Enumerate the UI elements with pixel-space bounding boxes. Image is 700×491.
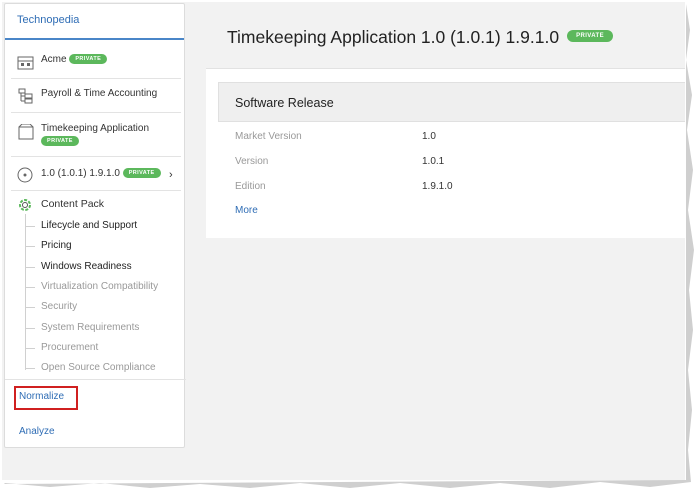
sidebar-item-acme[interactable]: Acme PRIVATE (5, 52, 186, 72)
more-link[interactable]: More (235, 205, 258, 216)
sidebar-item-content-pack[interactable]: Content Pack (5, 196, 186, 214)
sidebar-item-label: 1.0 (1.0.1) 1.9.1.0 (41, 168, 120, 179)
box-icon (18, 124, 34, 140)
detail-value: 1.0.1 (422, 156, 445, 167)
chevron-right-icon[interactable]: › (169, 169, 173, 181)
sidebar-item-label: Timekeeping Application (41, 123, 150, 134)
sidebar-item-timekeeping[interactable]: Timekeeping Application PRIVATE (5, 120, 186, 150)
page-title: Timekeeping Application 1.0 (1.0.1) 1.9.… (227, 27, 613, 48)
private-badge: PRIVATE (69, 54, 108, 65)
detail-key: Edition (235, 181, 266, 192)
detail-key: Market Version (235, 131, 302, 142)
divider (11, 190, 181, 191)
screenshot-frame: Technopedia Acme PRIVATE Payroll & Time … (0, 0, 700, 491)
private-badge: PRIVATE (41, 136, 79, 147)
tree-item-system-requirements[interactable]: System Requirements (25, 322, 139, 333)
breadcrumb-root[interactable]: Technopedia (5, 4, 184, 40)
tree-item-open-source[interactable]: Open Source Compliance (25, 362, 156, 373)
private-badge: PRIVATE (567, 30, 613, 43)
card-title: Software Release (235, 96, 334, 110)
category-tree-icon (18, 88, 33, 104)
software-release-card: Software Release Market Version 1.0 Vers… (206, 68, 685, 238)
tree-item-procurement[interactable]: Procurement (25, 342, 98, 353)
tree-item-virtualization[interactable]: Virtualization Compatibility (25, 281, 158, 292)
navigation-sidebar: Technopedia Acme PRIVATE Payroll & Time … (4, 3, 186, 448)
divider (11, 112, 181, 113)
analyze-link[interactable]: Analyze (19, 426, 55, 437)
card-header: Software Release (218, 82, 685, 122)
divider (5, 379, 186, 380)
tree-item-security[interactable]: Security (25, 301, 77, 312)
sidebar-item-label: Acme (41, 54, 67, 65)
sidebar-item-label: Content Pack (41, 198, 105, 210)
tree-item-lifecycle[interactable]: Lifecycle and Support (25, 220, 137, 231)
tree-item-windows-readiness[interactable]: Windows Readiness (25, 261, 132, 272)
divider (11, 156, 181, 157)
tree-item-pricing[interactable]: Pricing (25, 240, 72, 251)
detail-value: 1.9.1.0 (422, 181, 453, 192)
app-window: Technopedia Acme PRIVATE Payroll & Time … (2, 2, 685, 480)
sidebar-item-release[interactable]: 1.0 (1.0.1) 1.9.1.0 PRIVATE (5, 164, 186, 186)
sidebar-item-payroll[interactable]: Payroll & Time Accounting (5, 86, 186, 106)
sidebar-item-label: Payroll & Time Accounting (41, 88, 158, 99)
gear-icon (19, 199, 31, 211)
detail-key: Version (235, 156, 269, 167)
private-badge: PRIVATE (122, 168, 161, 179)
page-title-text: Timekeeping Application 1.0 (1.0.1) 1.9.… (227, 27, 560, 47)
detail-value: 1.0 (422, 131, 436, 142)
building-icon (17, 56, 34, 70)
normalize-link[interactable]: Normalize (19, 391, 64, 402)
divider (11, 78, 181, 79)
disc-icon (17, 167, 33, 183)
